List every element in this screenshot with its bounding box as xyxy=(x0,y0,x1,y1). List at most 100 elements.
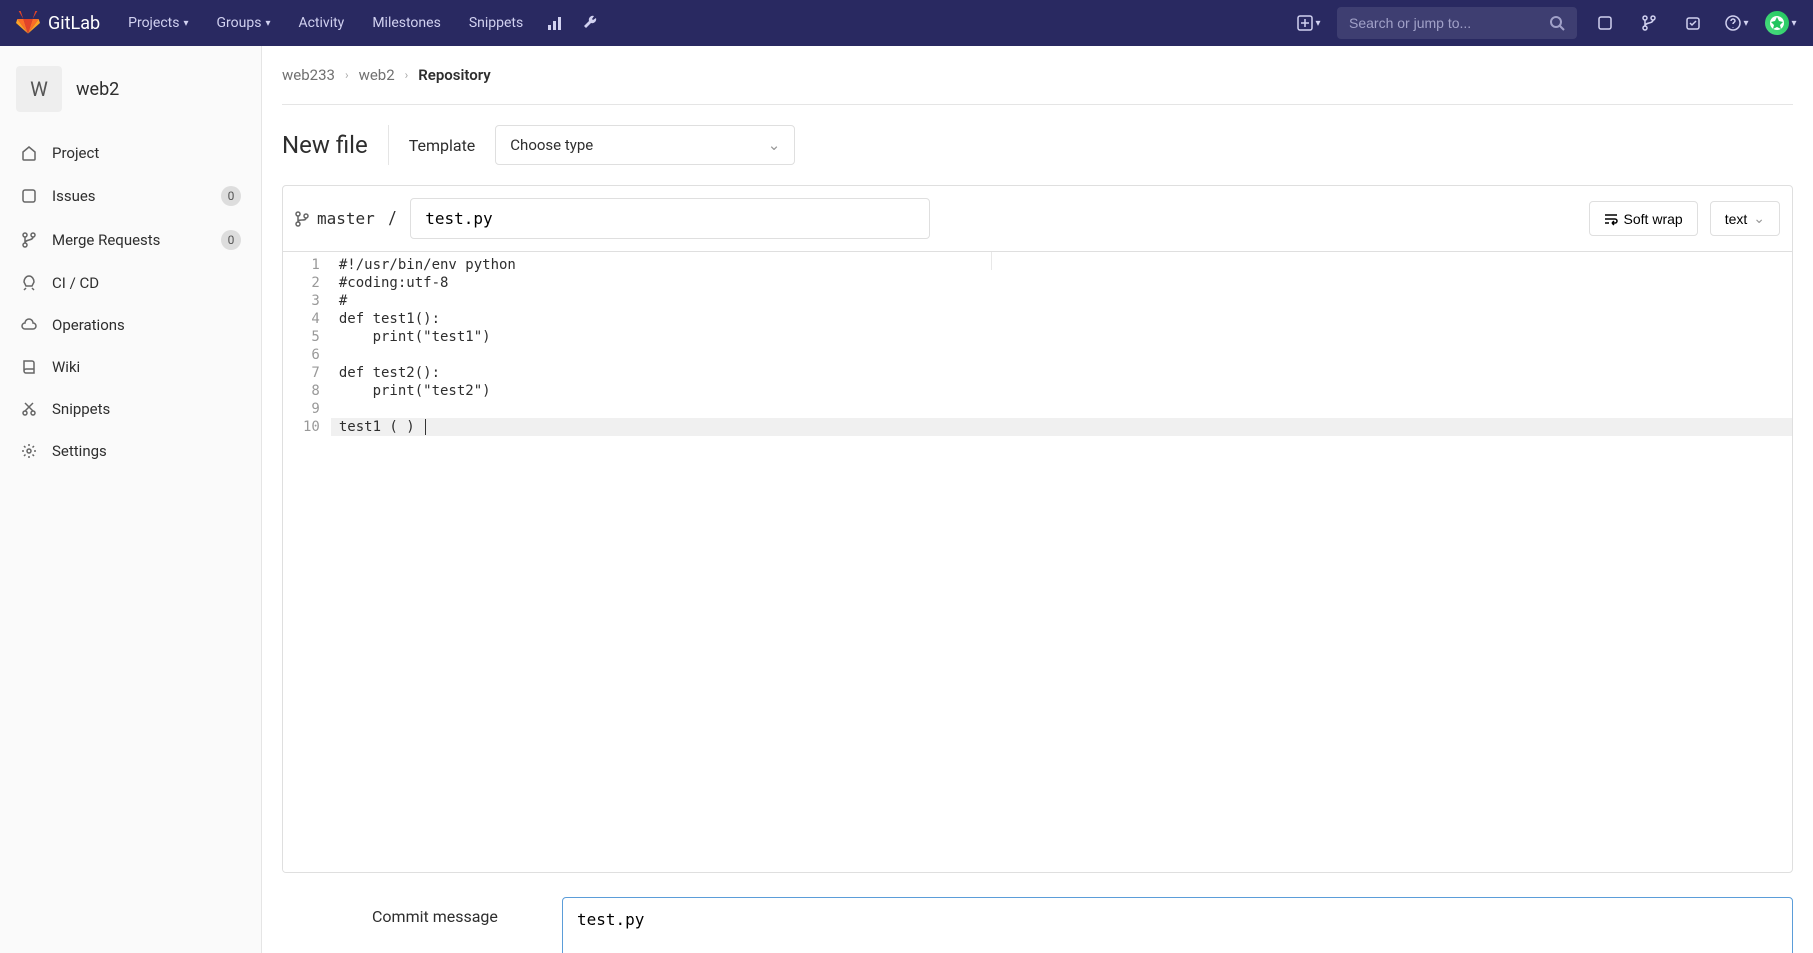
code-line[interactable]: test1 ( ) xyxy=(339,418,1784,436)
chevron-down-icon: ▾ xyxy=(1743,18,1748,29)
rocket-icon xyxy=(20,274,38,292)
sidebar-item-operations[interactable]: Operations xyxy=(0,304,261,346)
line-number: 7 xyxy=(303,364,320,382)
code-line[interactable]: def test1(): xyxy=(339,310,1784,328)
template-label: Template xyxy=(409,136,476,155)
sidebar-item-label: Operations xyxy=(52,316,125,334)
help-icon[interactable]: ▾ xyxy=(1721,7,1753,39)
nav-milestones[interactable]: Milestones xyxy=(360,0,453,46)
path-sep: / xyxy=(389,208,396,229)
issues-icon xyxy=(20,187,38,205)
code-line[interactable]: # xyxy=(339,292,1784,310)
syntax-select[interactable]: text ⌄ xyxy=(1710,201,1780,236)
gitlab-icon xyxy=(16,11,40,35)
template-select[interactable]: Choose type ⌄ xyxy=(495,125,795,165)
sidebar-item-issues[interactable]: Issues 0 xyxy=(0,174,261,218)
chevron-down-icon: ▾ xyxy=(1791,18,1796,29)
sidebar-item-label: Settings xyxy=(52,442,107,460)
sidebar-item-project[interactable]: Project xyxy=(0,132,261,174)
code-line[interactable]: print("test2") xyxy=(339,382,1784,400)
sidebar-item-settings[interactable]: Settings xyxy=(0,430,261,472)
wrap-icon xyxy=(1604,212,1618,226)
sidebar: W web2 Project Issues 0 Merge Requests 0 CI /… xyxy=(0,46,262,953)
sidebar-item-label: Wiki xyxy=(52,358,80,376)
user-avatar[interactable]: ▾ xyxy=(1765,7,1797,39)
line-number: 10 xyxy=(303,418,320,436)
merge-shortcut-icon[interactable] xyxy=(1633,7,1665,39)
chevron-right-icon: › xyxy=(345,68,349,82)
line-number: 2 xyxy=(303,274,320,292)
commit-message-label: Commit message xyxy=(372,897,522,926)
brand-text: GitLab xyxy=(48,13,100,34)
commit-section: Commit message xyxy=(282,873,1793,953)
sidebar-item-label: Merge Requests xyxy=(52,231,160,249)
nav-projects[interactable]: Projects▾ xyxy=(116,0,200,46)
line-number: 5 xyxy=(303,328,320,346)
gitlab-logo[interactable]: GitLab xyxy=(16,11,100,35)
breadcrumb: web233 › web2 › Repository xyxy=(282,46,1793,105)
code-line[interactable]: print("test1") xyxy=(339,328,1784,346)
code-line[interactable] xyxy=(339,400,1784,418)
filename-input[interactable] xyxy=(410,198,930,239)
code-line[interactable]: #!/usr/bin/env python xyxy=(339,256,1784,274)
project-name: web2 xyxy=(76,79,119,100)
chart-icon[interactable] xyxy=(539,7,571,39)
sidebar-item-merge-requests[interactable]: Merge Requests 0 xyxy=(0,218,261,262)
nav-activity[interactable]: Activity xyxy=(286,0,356,46)
branch-icon xyxy=(295,211,309,227)
search-icon xyxy=(1549,15,1565,31)
breadcrumb-item[interactable]: web2 xyxy=(359,66,395,84)
issues-shortcut-icon[interactable] xyxy=(1589,7,1621,39)
page-title: New file xyxy=(282,131,368,159)
nav-snippets[interactable]: Snippets xyxy=(457,0,535,46)
editor-container: master / Soft wrap text ⌄ 12345678910 xyxy=(282,185,1793,873)
gear-icon xyxy=(20,442,38,460)
line-number: 3 xyxy=(303,292,320,310)
line-number: 8 xyxy=(303,382,320,400)
line-number: 9 xyxy=(303,400,320,418)
soft-wrap-button[interactable]: Soft wrap xyxy=(1589,201,1698,236)
nav-groups[interactable]: Groups▾ xyxy=(205,0,283,46)
sidebar-item-ci-cd[interactable]: CI / CD xyxy=(0,262,261,304)
branch-indicator: master xyxy=(295,209,375,228)
code-editor[interactable]: 12345678910 #!/usr/bin/env python#coding… xyxy=(283,252,1792,872)
commit-message-input[interactable] xyxy=(562,897,1793,953)
count-badge: 0 xyxy=(221,230,241,250)
book-icon xyxy=(20,358,38,376)
main-content: web233 › web2 › Repository New file Temp… xyxy=(262,46,1813,953)
chevron-right-icon: › xyxy=(405,68,409,82)
count-badge: 0 xyxy=(221,186,241,206)
breadcrumb-item[interactable]: web233 xyxy=(282,66,335,84)
sidebar-item-wiki[interactable]: Wiki xyxy=(0,346,261,388)
plus-icon[interactable]: ▾ xyxy=(1293,7,1325,39)
project-avatar: W xyxy=(16,66,62,112)
chevron-down-icon: ⌄ xyxy=(1753,210,1765,227)
sidebar-item-label: Snippets xyxy=(52,400,110,418)
breadcrumb-item-current: Repository xyxy=(418,66,490,84)
snippets-icon xyxy=(20,400,38,418)
line-number: 6 xyxy=(303,346,320,364)
merge-icon xyxy=(20,231,38,249)
wrench-icon[interactable] xyxy=(575,7,607,39)
cursor xyxy=(425,419,426,435)
search-box[interactable] xyxy=(1337,7,1577,39)
line-number: 4 xyxy=(303,310,320,328)
chevron-down-icon: ⌄ xyxy=(768,136,781,154)
sidebar-project-header[interactable]: W web2 xyxy=(0,58,261,120)
chevron-down-icon: ▾ xyxy=(1315,18,1320,29)
sidebar-item-label: Project xyxy=(52,144,99,162)
line-gutter: 12345678910 xyxy=(283,252,331,872)
code-line[interactable]: def test2(): xyxy=(339,364,1784,382)
editor-toolbar: master / Soft wrap text ⌄ xyxy=(283,186,1792,252)
sidebar-item-label: Issues xyxy=(52,187,96,205)
top-navbar: GitLab Projects▾ Groups▾ Activity Milest… xyxy=(0,0,1813,46)
code-line[interactable]: #coding:utf-8 xyxy=(339,274,1784,292)
todos-icon[interactable] xyxy=(1677,7,1709,39)
sidebar-item-label: CI / CD xyxy=(52,274,99,292)
code-lines[interactable]: #!/usr/bin/env python#coding:utf-8#def t… xyxy=(331,252,1792,872)
line-number: 1 xyxy=(303,256,320,274)
sidebar-item-snippets[interactable]: Snippets xyxy=(0,388,261,430)
cloud-icon xyxy=(20,316,38,334)
code-line[interactable] xyxy=(339,346,1784,364)
search-input[interactable] xyxy=(1349,15,1549,31)
